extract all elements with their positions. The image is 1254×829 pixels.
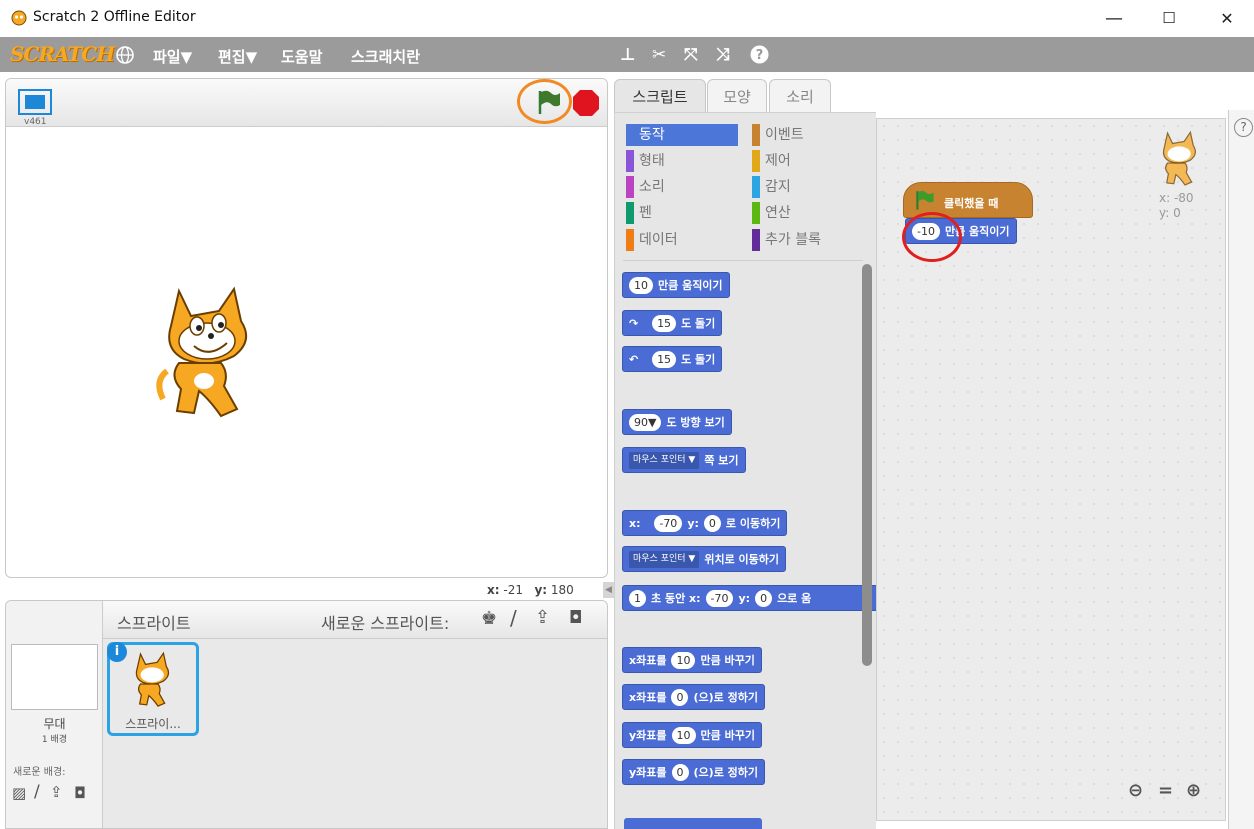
sprite-pane: 무대 1 배경 새로운 배경: ▨ / ⇪ ◘ 스프라이트 새로운 스프라이트:… bbox=[5, 600, 608, 829]
block-change-y[interactable]: y좌표를 10 만큼 바꾸기 bbox=[622, 722, 762, 748]
copy-stamp-icon[interactable]: ⊥ bbox=[620, 45, 636, 65]
category-data[interactable]: 데이터 bbox=[626, 229, 678, 251]
palette-divider bbox=[623, 260, 863, 261]
sprite-position: x: -80 y: 0 bbox=[1159, 191, 1194, 220]
help-icon[interactable]: ? bbox=[750, 45, 769, 64]
camera-sprite-icon[interactable]: ◘ bbox=[569, 608, 582, 628]
category-control[interactable]: 제어 bbox=[752, 150, 791, 172]
category-pen[interactable]: 펜 bbox=[626, 202, 652, 224]
grow-icon[interactable]: ⤧ bbox=[684, 45, 698, 65]
cut-scissors-icon[interactable]: ✂ bbox=[652, 45, 666, 65]
block-glide[interactable]: 1초 동안 x: -70 y: 0 으로 움 bbox=[622, 585, 876, 611]
presentation-mode-icon[interactable] bbox=[18, 89, 52, 115]
paint-sprite-icon[interactable]: / bbox=[510, 606, 517, 630]
sprite1-tile[interactable]: i 스프라이... bbox=[107, 642, 199, 736]
zoom-out-icon[interactable]: ⊖ bbox=[1128, 780, 1143, 801]
sprite1-name: 스프라이... bbox=[125, 717, 181, 731]
sprites-title: 스프라이트 bbox=[117, 614, 191, 633]
sprite-info-icon[interactable]: i bbox=[107, 642, 127, 662]
tips-help-icon[interactable]: ? bbox=[1234, 118, 1253, 137]
block-point-direction[interactable]: 90▼ 도 방향 보기 bbox=[622, 409, 732, 435]
maximize-button[interactable]: ☐ bbox=[1140, 0, 1198, 36]
draw-backdrop-icon[interactable]: / bbox=[34, 782, 40, 802]
scratch-logo[interactable]: SCRATCH bbox=[10, 42, 115, 66]
stage-panel: v461 bbox=[5, 78, 608, 578]
value-highlight-circle bbox=[902, 212, 962, 262]
tips-sidebar: ? bbox=[1228, 110, 1254, 829]
green-flag-icon bbox=[916, 190, 934, 210]
stage-thumbnail[interactable] bbox=[11, 644, 98, 710]
block-change-x[interactable]: x좌표를 10 만큼 바꾸기 bbox=[622, 647, 762, 673]
language-globe-icon[interactable] bbox=[115, 45, 135, 65]
zoom-reset-button[interactable]: = bbox=[1158, 780, 1173, 801]
menu-about[interactable]: 스크래치란 bbox=[351, 46, 420, 67]
menu-edit[interactable]: 편집▼ bbox=[218, 46, 257, 67]
tab-sounds[interactable]: 소리 bbox=[769, 79, 831, 113]
block-move-steps[interactable]: 10 만큼 움직이기 bbox=[622, 272, 730, 298]
block-turn-left[interactable]: ↶ 15 도 돌기 bbox=[622, 346, 723, 372]
svg-text:?: ? bbox=[756, 48, 764, 63]
turn-ccw-icon: ↶ bbox=[629, 352, 639, 366]
choose-sprite-library-icon[interactable]: ♚ bbox=[481, 608, 497, 629]
backdrop-count: 1 배경 bbox=[41, 735, 68, 745]
stage-label: 무대 bbox=[43, 717, 66, 731]
tab-costumes[interactable]: 모양 bbox=[707, 79, 767, 113]
sprite-header: 스프라이트 새로운 스프라이트: ♚ / ⇪ ◘ bbox=[103, 601, 607, 639]
category-operators[interactable]: 연산 bbox=[752, 202, 791, 224]
menu-file[interactable]: 파일▼ bbox=[153, 46, 192, 67]
sprite1-thumbnail bbox=[135, 651, 170, 707]
stop-sign-icon[interactable] bbox=[572, 89, 600, 117]
palette-scrollbar[interactable] bbox=[862, 264, 872, 666]
stage-thumbnail-column: 무대 1 배경 새로운 배경: ▨ / ⇪ ◘ bbox=[6, 601, 103, 828]
minimize-button[interactable]: — bbox=[1085, 0, 1143, 36]
mouse-coordinates: x: -21 y: 180 bbox=[487, 583, 574, 597]
tab-scripts[interactable]: 스크립트 bbox=[614, 79, 706, 113]
zoom-in-icon[interactable]: ⊕ bbox=[1186, 780, 1201, 801]
collapse-handle[interactable]: ◀ bbox=[603, 582, 614, 598]
camera-backdrop-icon[interactable]: ◘ bbox=[74, 784, 86, 802]
title-bar: Scratch 2 Offline Editor — ☐ ✕ bbox=[0, 0, 1254, 36]
window-title: Scratch 2 Offline Editor bbox=[33, 9, 196, 25]
block-goto-xy[interactable]: x: -70 y: 0 로 이동하기 bbox=[622, 510, 788, 536]
category-events[interactable]: 이벤트 bbox=[752, 124, 804, 146]
shrink-icon[interactable]: ⤨ bbox=[716, 45, 730, 65]
menu-bar: SCRATCH 파일▼ 편집▼ 도움말 스크래치란 ⊥ ✂ ⤧ ⤨ ? bbox=[0, 37, 1254, 72]
category-looks[interactable]: 형태 bbox=[626, 150, 665, 172]
paint-backdrop-icon[interactable]: ▨ bbox=[12, 784, 26, 802]
category-sensing[interactable]: 감지 bbox=[752, 176, 791, 198]
scratch-cat-app-icon bbox=[11, 10, 27, 26]
block-goto[interactable]: 마우스 포인터 ▼ 위치로 이동하기 bbox=[622, 546, 786, 572]
upload-sprite-icon[interactable]: ⇪ bbox=[535, 607, 550, 628]
block-turn-right[interactable]: ↷ 15 도 돌기 bbox=[622, 310, 723, 336]
close-button[interactable]: ✕ bbox=[1198, 0, 1254, 36]
new-backdrop-label: 새로운 배경: bbox=[13, 767, 66, 778]
block-partially-visible[interactable] bbox=[624, 818, 762, 829]
version-label: v461 bbox=[24, 117, 47, 127]
category-more-blocks[interactable]: 추가 블록 bbox=[752, 229, 821, 251]
current-sprite-thumbnail bbox=[1162, 130, 1196, 186]
cat-sprite-on-stage[interactable] bbox=[149, 281, 269, 421]
menu-help[interactable]: 도움말 bbox=[281, 46, 322, 67]
flag-highlight-circle bbox=[517, 79, 572, 124]
category-sound[interactable]: 소리 bbox=[626, 176, 665, 198]
category-motion[interactable]: 동작 bbox=[626, 124, 738, 146]
new-sprite-label: 새로운 스프라이트: bbox=[321, 614, 450, 633]
upload-backdrop-icon[interactable]: ⇪ bbox=[50, 783, 63, 801]
turn-cw-icon: ↷ bbox=[629, 316, 639, 330]
block-point-towards[interactable]: 마우스 포인터 ▼ 쪽 보기 bbox=[622, 447, 746, 473]
block-set-y[interactable]: y좌표를 0 (으)로 정하기 bbox=[622, 759, 766, 785]
block-set-x[interactable]: x좌표를 0 (으)로 정하기 bbox=[622, 684, 765, 710]
